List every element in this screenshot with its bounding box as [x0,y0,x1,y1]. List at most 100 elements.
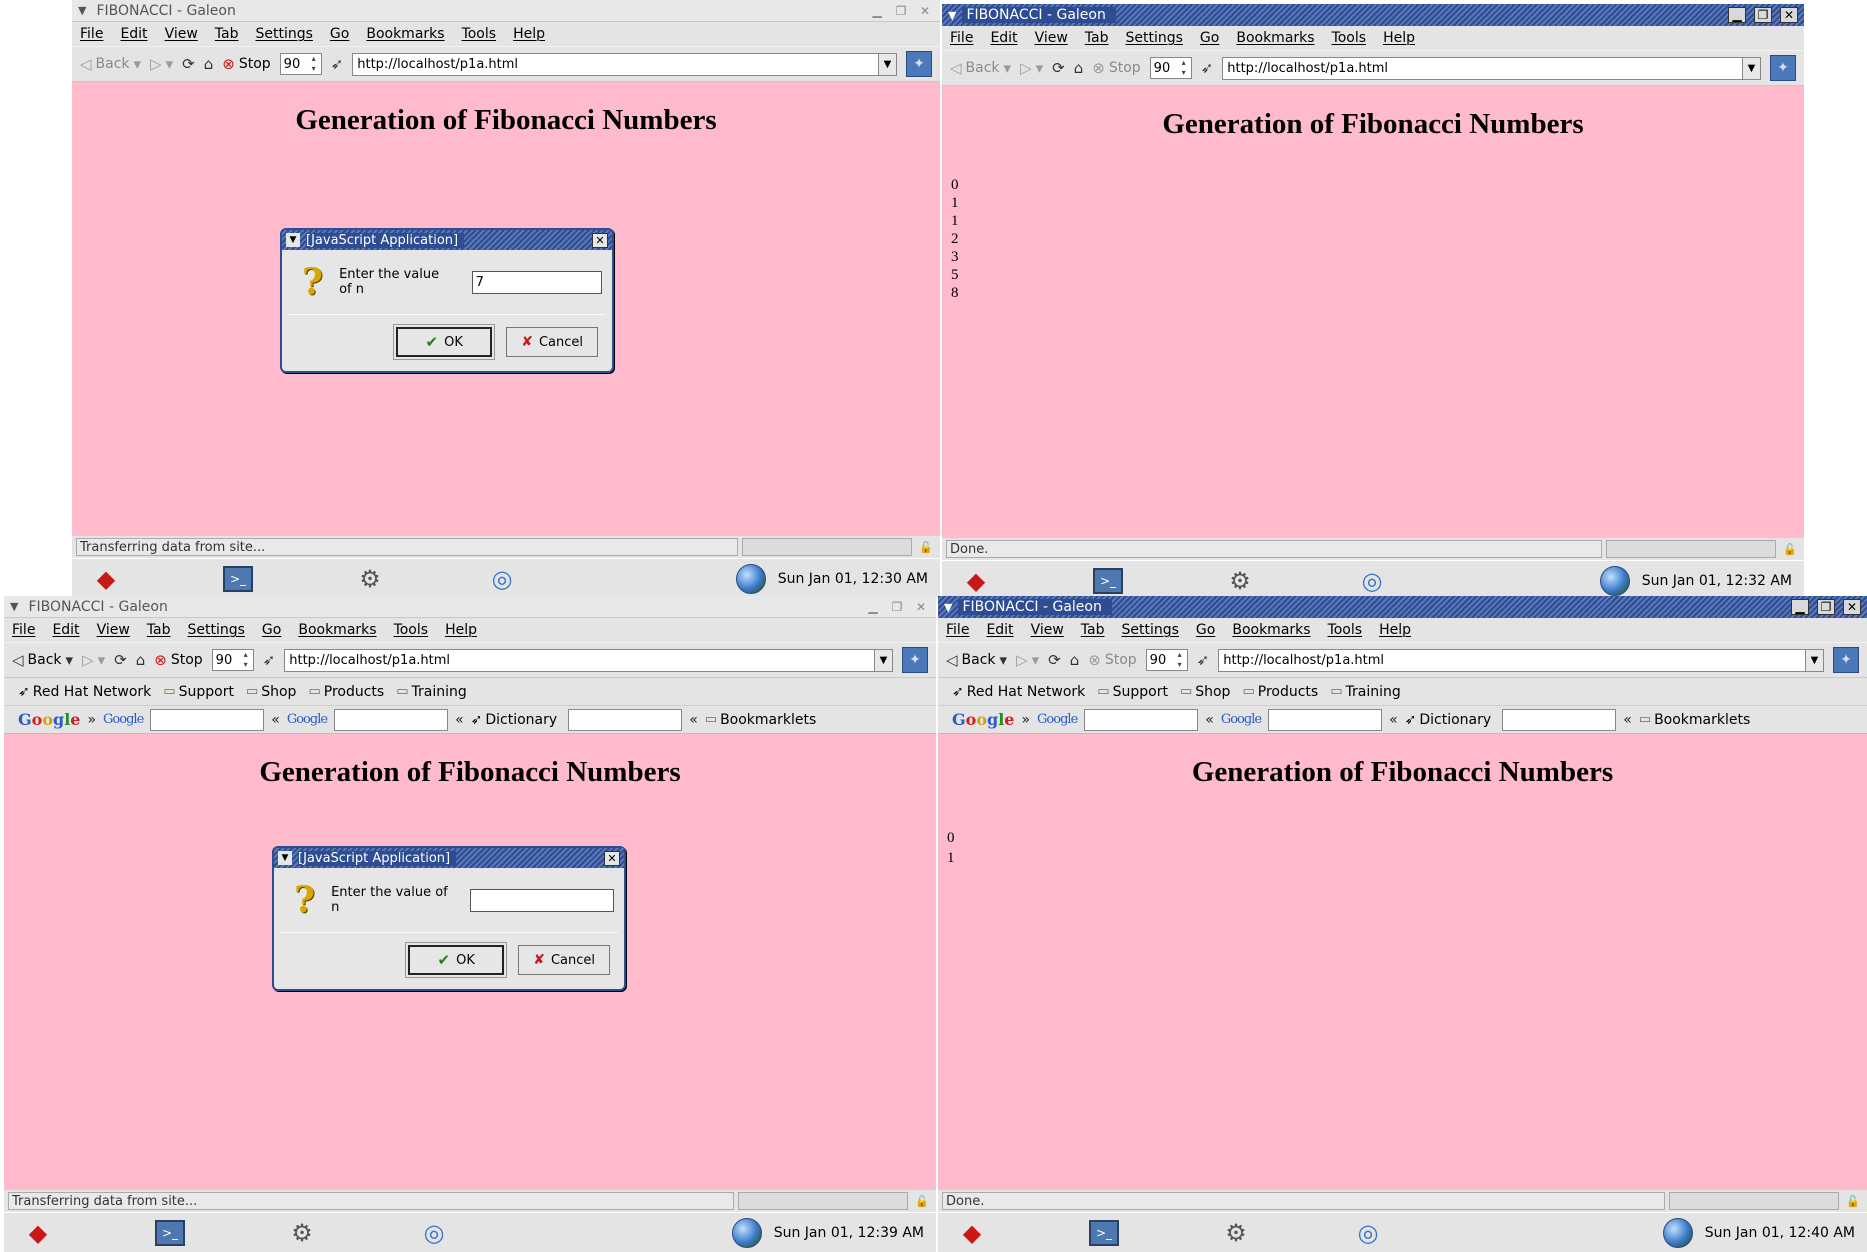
settings-launcher-icon[interactable]: ⚙ [280,1216,324,1250]
bookmark-training[interactable]: ▭ Training [396,684,467,700]
collapse-arrow[interactable]: « [1623,712,1632,728]
stop-button[interactable]: ⊗ Stop [222,55,270,73]
forward-button[interactable]: ▷ ▾ [150,55,173,73]
menu-file[interactable]: File [80,26,103,42]
menu-go[interactable]: Go [262,622,281,638]
reload-button[interactable]: ⟳ [1052,59,1065,77]
go-button[interactable]: ➶ [1197,651,1210,669]
security-icon[interactable]: 🔓 [1843,1192,1863,1210]
collapse-arrow[interactable]: « [271,712,280,728]
security-icon[interactable]: 🔓 [916,538,936,556]
stop-button[interactable]: ⊗ Stop [154,651,202,669]
menu-view[interactable]: View [165,26,198,42]
collapse-arrow[interactable]: « [1205,712,1214,728]
menu-tools[interactable]: Tools [394,622,429,638]
menu-tools[interactable]: Tools [462,26,497,42]
groups-search-input[interactable] [1084,708,1199,731]
menu-tab[interactable]: Tab [1081,622,1105,638]
terminal-launcher[interactable]: >_ [148,1216,192,1250]
home-button[interactable]: ⌂ [136,651,146,669]
settings-launcher-icon[interactable]: ⚙ [348,562,392,596]
window-menu-icon[interactable]: ▼ [948,9,956,22]
back-button[interactable]: ◁ Back ▾ [12,651,73,669]
menu-tools[interactable]: Tools [1332,30,1367,46]
close-icon[interactable]: ✕ [912,599,930,615]
menu-settings[interactable]: Settings [1126,30,1183,46]
bookmark-red-hat-network[interactable]: ➶ Red Hat Network [18,684,151,700]
menu-file[interactable]: File [12,622,35,638]
menu-view[interactable]: View [97,622,130,638]
expand-arrow[interactable]: » [87,712,96,728]
maximize-icon[interactable]: ❐ [1754,7,1772,23]
zoom-spinner[interactable]: 90 [211,649,254,671]
menu-go[interactable]: Go [1200,30,1219,46]
back-button[interactable]: ◁ Back ▾ [946,651,1007,669]
close-icon[interactable]: ✕ [1843,599,1861,615]
panel-clock[interactable]: Sun Jan 01, 12:32 AM [1642,573,1792,589]
browser-launcher-icon[interactable]: ◎ [412,1216,456,1250]
minimize-icon[interactable]: ▁ [864,599,882,615]
panel-clock[interactable]: Sun Jan 01, 12:40 AM [1705,1225,1855,1241]
go-button[interactable]: ➶ [1201,59,1214,77]
maximize-icon[interactable]: ❐ [888,599,906,615]
bookmark-support[interactable]: ▭ Support [1097,684,1168,700]
expand-arrow[interactable]: » [1021,712,1030,728]
menu-edit[interactable]: Edit [986,622,1013,638]
settings-launcher-icon[interactable]: ⚙ [1214,1216,1258,1250]
url-dropdown-icon[interactable]: ▼ [878,53,896,75]
menu-tab[interactable]: Tab [215,26,239,42]
terminal-launcher[interactable]: >_ [1086,564,1130,598]
google-images-logo[interactable]: Google [1221,712,1262,727]
bookmark-products[interactable]: ▭ Products [308,684,384,700]
url-dropdown-icon[interactable]: ▼ [1742,57,1760,79]
minimize-icon[interactable]: ▁ [1791,599,1809,615]
menu-edit[interactable]: Edit [52,622,79,638]
dictionary-link[interactable]: ➶ Dictionary [471,712,558,728]
google-groups-logo[interactable]: Google [103,712,144,727]
images-search-input[interactable] [334,708,449,731]
panel-clock[interactable]: Sun Jan 01, 12:39 AM [774,1225,924,1241]
browser-launcher-icon[interactable]: ◎ [1346,1216,1390,1250]
title-bar[interactable]: ▼ FIBONACCI - Galeon ▁ ❐ ✕ [4,596,936,618]
dialog-menu-icon[interactable]: ▼ [286,233,300,247]
ok-button[interactable]: ✔ OK [393,324,496,360]
menu-bookmarks[interactable]: Bookmarks [1236,30,1314,46]
browser-launcher-icon[interactable]: ◎ [480,562,524,596]
redhat-menu-icon[interactable]: ◆ [954,564,998,598]
redhat-menu-icon[interactable]: ◆ [16,1216,60,1250]
groups-search-input[interactable] [150,708,265,731]
url-dropdown-icon[interactable]: ▼ [1805,649,1823,671]
menu-edit[interactable]: Edit [990,30,1017,46]
dialog-title-bar[interactable]: ▼ [JavaScript Application] ✕ [274,848,624,868]
ok-button[interactable]: ✔ OK [405,942,508,978]
go-button[interactable]: ➶ [263,651,276,669]
minimize-icon[interactable]: ▁ [868,3,886,19]
bookmarklets-folder[interactable]: ▭ Bookmarklets [705,712,817,728]
close-icon[interactable]: ✕ [1780,7,1798,23]
window-menu-icon[interactable]: ▼ [78,4,86,17]
back-button[interactable]: ◁ Back ▾ [950,59,1011,77]
zoom-spinner[interactable]: 90 [1145,649,1188,671]
menu-go[interactable]: Go [330,26,349,42]
title-bar[interactable]: ▼ FIBONACCI - Galeon ▁ ❐ ✕ [72,0,940,22]
back-button[interactable]: ◁ Back ▾ [80,55,141,73]
close-icon[interactable]: ✕ [916,3,934,19]
menu-help[interactable]: Help [513,26,545,42]
bookmark-shop[interactable]: ▭ Shop [1180,684,1231,700]
url-field[interactable]: http://localhost/p1a.html ▼ [1222,56,1761,80]
menu-view[interactable]: View [1035,30,1068,46]
panel-clock[interactable]: Sun Jan 01, 12:30 AM [778,571,928,587]
menu-help[interactable]: Help [1379,622,1411,638]
bookmark-red-hat-network[interactable]: ➶ Red Hat Network [952,684,1085,700]
menu-tools[interactable]: Tools [1328,622,1363,638]
cancel-button[interactable]: ✘ Cancel [506,327,598,357]
prompt-input[interactable]: 7 [471,270,602,294]
images-search-input[interactable] [1268,708,1383,731]
bookmark-support[interactable]: ▭ Support [163,684,234,700]
maximize-icon[interactable]: ❐ [1817,599,1835,615]
google-logo[interactable]: Google [18,710,80,729]
menu-settings[interactable]: Settings [1122,622,1179,638]
minimize-icon[interactable]: ▁ [1728,7,1746,23]
menu-help[interactable]: Help [445,622,477,638]
stop-button[interactable]: ⊗ Stop [1088,651,1136,669]
